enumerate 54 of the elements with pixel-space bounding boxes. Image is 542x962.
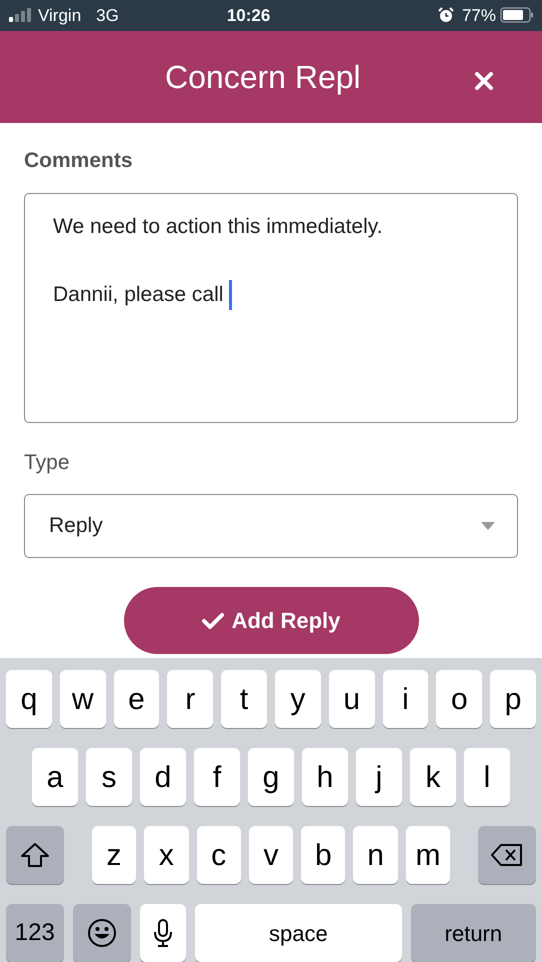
text-cursor: [229, 280, 232, 310]
check-icon: [202, 612, 224, 630]
keyboard-key[interactable]: j: [356, 748, 402, 806]
keyboard-key[interactable]: x: [144, 826, 188, 884]
page-title: Concern Repl: [165, 58, 361, 97]
battery-percent: 77%: [462, 4, 496, 27]
battery-icon: [500, 7, 534, 24]
keyboard-key[interactable]: h: [302, 748, 348, 806]
keyboard-key[interactable]: z: [92, 826, 136, 884]
signal-icon: [8, 8, 34, 22]
close-icon: [475, 72, 493, 90]
numbers-key[interactable]: 123: [6, 904, 64, 962]
keyboard-key[interactable]: b: [301, 826, 346, 884]
shift-icon: [20, 842, 50, 868]
keyboard-key[interactable]: l: [464, 748, 510, 806]
shift-key[interactable]: [6, 826, 64, 884]
return-key[interactable]: return: [410, 904, 536, 962]
keyboard-key[interactable]: t: [221, 670, 267, 728]
keyboard-key[interactable]: o: [436, 670, 482, 728]
keyboard-key[interactable]: q: [6, 670, 52, 728]
keyboard-key[interactable]: c: [196, 826, 241, 884]
keyboard-key[interactable]: e: [114, 670, 160, 728]
add-reply-button[interactable]: Add Reply: [124, 587, 418, 654]
keyboard-key[interactable]: a: [32, 748, 78, 806]
keyboard-key[interactable]: d: [140, 748, 186, 806]
carrier-name: Virgin: [38, 4, 82, 27]
delete-key[interactable]: [478, 826, 536, 884]
keyboard-key[interactable]: p: [490, 670, 536, 728]
type-select[interactable]: Reply: [24, 494, 518, 558]
comments-field[interactable]: We need to action this immediately. Dannii, please call: [24, 192, 518, 422]
smiley-icon: [86, 918, 117, 948]
keyboard-key[interactable]: f: [194, 748, 240, 806]
network-type: 3G: [96, 4, 119, 27]
type-label: Type: [24, 450, 71, 476]
keyboard-key[interactable]: w: [60, 670, 106, 728]
comments-label: Comments: [24, 148, 134, 174]
keyboard-key[interactable]: r: [167, 670, 214, 728]
keyboard-key[interactable]: i: [382, 670, 428, 728]
dropdown-caret-icon: [481, 522, 495, 530]
keyboard-key[interactable]: n: [353, 826, 398, 884]
keyboard-key[interactable]: y: [275, 670, 321, 728]
keyboard-key[interactable]: k: [410, 748, 456, 806]
backspace-icon: [490, 843, 524, 867]
microphone-icon: [153, 918, 174, 948]
clock-time: 10:26: [226, 4, 270, 27]
keyboard-key[interactable]: s: [86, 748, 132, 806]
emoji-key[interactable]: [72, 904, 132, 962]
keyboard-key[interactable]: v: [248, 826, 294, 884]
dictation-key[interactable]: [140, 904, 186, 962]
alarm-icon: [438, 7, 454, 24]
space-key[interactable]: space: [195, 904, 402, 962]
keyboard-key[interactable]: m: [406, 826, 450, 884]
keyboard-key[interactable]: g: [248, 748, 294, 806]
keyboard-key[interactable]: u: [328, 670, 375, 728]
